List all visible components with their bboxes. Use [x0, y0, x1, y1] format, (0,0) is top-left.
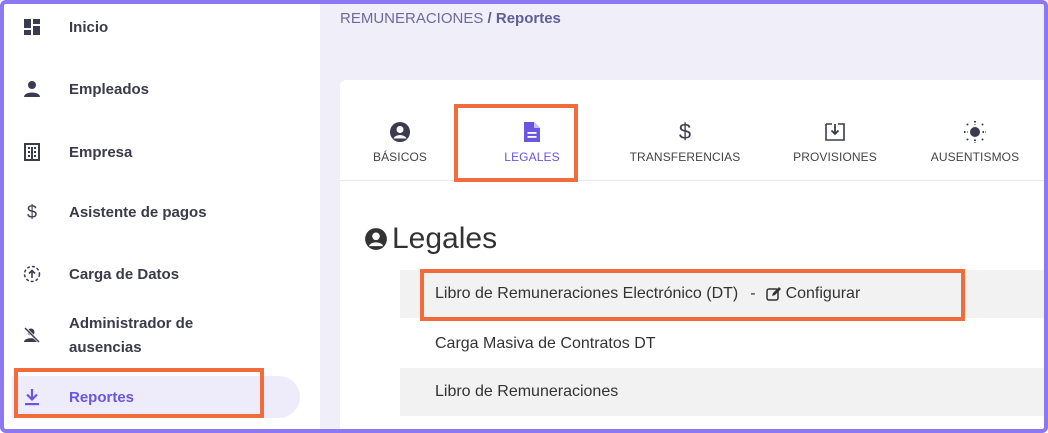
tab-transferencias[interactable]: $ TRANSFERENCIAS [610, 119, 760, 170]
sidebar-item-reportes[interactable]: Reportes [0, 386, 320, 408]
report-label[interactable]: Libro de Remuneraciones [435, 383, 618, 401]
configure-link[interactable]: Configurar [765, 285, 861, 303]
tab-legales[interactable]: LEGALES [477, 120, 587, 170]
tab-label: LEGALES [504, 150, 560, 164]
tab-label: BÁSICOS [372, 150, 428, 164]
sidebar-item-label: Reportes [69, 389, 135, 406]
building-icon [22, 142, 42, 162]
dollar-icon: $ [678, 119, 692, 144]
tab-bar: BÁSICOS LEGALES $ TRANSFERENCIAS PROVISI… [340, 80, 1048, 181]
tab-basicos[interactable]: BÁSICOS [360, 120, 440, 170]
breadcrumb-parent[interactable]: REMUNERACIONES [340, 10, 483, 27]
edit-icon [765, 286, 782, 302]
report-row-libro-remuneraciones[interactable]: Libro de Remuneraciones [400, 368, 1048, 416]
report-separator: - [750, 285, 756, 302]
sidebar-item-label: Inicio [69, 19, 109, 36]
person-icon [22, 79, 42, 99]
download-icon [22, 387, 42, 407]
report-row-carga-masiva[interactable]: Carga Masiva de Contratos DT [400, 320, 1048, 368]
reports-card: BÁSICOS LEGALES $ TRANSFERENCIAS PROVISI… [340, 80, 1048, 433]
sidebar-item-empleados[interactable]: Empleados [0, 78, 320, 100]
dollar-icon: $ [26, 201, 37, 222]
sun-icon [920, 120, 1030, 144]
sidebar-item-label: Administrador de [69, 315, 194, 332]
tab-label: TRANSFERENCIAS [629, 150, 741, 164]
sidebar-item-label: Empleados [69, 81, 150, 98]
sidebar-item-asistente-de-pagos[interactable]: $ Asistente de pagos [0, 201, 320, 223]
breadcrumb: REMUNERACIONES / Reportes [340, 10, 561, 27]
sidebar-item-empresa[interactable]: Empresa [0, 141, 320, 163]
report-label[interactable]: Carga Masiva de Contratos DT [435, 335, 656, 353]
breadcrumb-current: Reportes [495, 10, 561, 27]
main-content: REMUNERACIONES / Reportes BÁSICOS LEGALE… [320, 0, 1048, 433]
tab-ausentismos[interactable]: AUSENTISMOS [920, 120, 1030, 170]
section-title: Legales [364, 222, 497, 256]
dashboard-icon [22, 17, 42, 37]
sidebar-item-label: Asistente de pagos [69, 204, 207, 221]
sidebar-item-inicio[interactable]: Inicio [0, 16, 320, 38]
tab-provisiones[interactable]: PROVISIONES [780, 120, 890, 170]
sidebar-item-administrador-de-ausencias[interactable]: Administrador de ausencias [0, 312, 320, 358]
upload-circle-icon [22, 264, 42, 284]
section-title-text: Legales [392, 222, 498, 255]
breadcrumb-separator: / [487, 10, 492, 27]
user-circle-icon [364, 227, 388, 251]
tab-label: PROVISIONES [793, 150, 877, 164]
report-label[interactable]: Libro de Remuneraciones Electrónico (DT) [435, 285, 738, 303]
sidebar-item-label: Empresa [69, 144, 133, 161]
configure-label: Configurar [785, 285, 861, 302]
person-off-icon [22, 325, 42, 345]
sidebar-item-label: Carga de Datos [69, 266, 180, 283]
user-circle-icon [360, 120, 440, 144]
document-icon [477, 120, 587, 144]
sidebar: Inicio Empleados Empresa $ Asistente de … [0, 0, 320, 433]
sidebar-item-label-line2: ausencias [69, 339, 142, 356]
sidebar-item-carga-de-datos[interactable]: Carga de Datos [0, 263, 320, 285]
report-row-libro-electronico[interactable]: Libro de Remuneraciones Electrónico (DT)… [400, 270, 1048, 318]
tray-download-icon [780, 120, 890, 144]
tab-label: AUSENTISMOS [930, 150, 1020, 164]
